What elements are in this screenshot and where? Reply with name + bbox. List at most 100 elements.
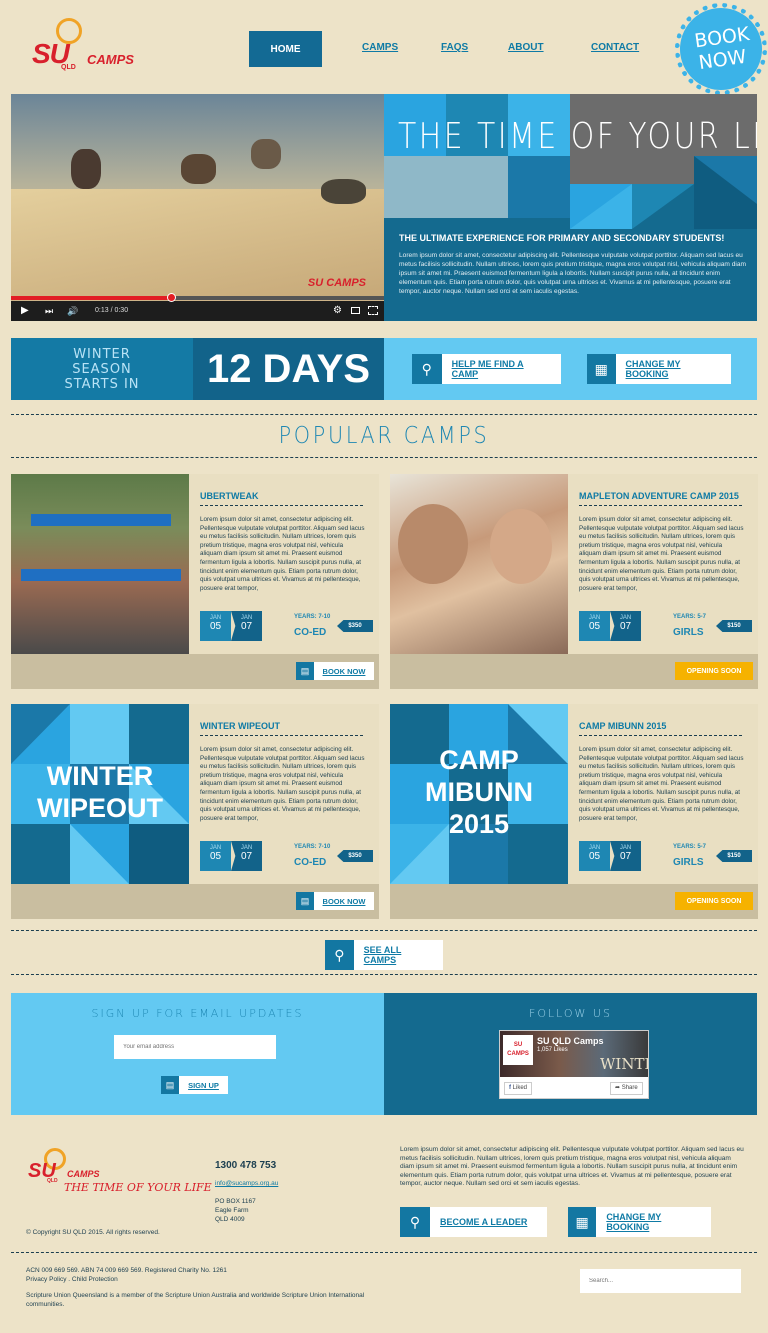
- camp-years: YEARS: 5-7: [673, 844, 707, 850]
- facebook-widget[interactable]: SU CAMPS SU QLD Camps 1,057 Likes WINTER…: [499, 1030, 649, 1099]
- book-now-label: BOOK NOW: [693, 23, 751, 75]
- search-input[interactable]: [580, 1269, 741, 1293]
- divider: [579, 505, 742, 506]
- logo-camps[interactable]: CAMPS: [87, 52, 134, 67]
- hero-title: THE TIME OF YOUR LIFE: [398, 116, 757, 157]
- search-icon: ⚲: [400, 1207, 430, 1237]
- facebook-page-name[interactable]: SU QLD Camps: [537, 1036, 604, 1046]
- camp-years: YEARS: 7-10: [294, 844, 331, 850]
- divider: [11, 930, 757, 931]
- start-date: JAN 05: [579, 841, 610, 871]
- camp-group: CO-ED: [294, 857, 327, 868]
- facebook-share-button[interactable]: ➦ Share: [610, 1082, 643, 1095]
- video-figure: [251, 139, 281, 169]
- footer-about: Lorem ipsum dolor sit amet, consectetur …: [400, 1146, 744, 1187]
- video-controls[interactable]: ▶ ⏭ 🔊 0:13 / 0:30 ⚙: [11, 293, 384, 321]
- calendar-icon: ▦: [587, 354, 616, 384]
- hero-body: Lorem ipsum dolor sit amet, consectetur …: [399, 252, 747, 295]
- address-line: Eagle Farm: [215, 1207, 249, 1214]
- video-figure: [71, 149, 101, 189]
- video-progress-fill: [11, 296, 172, 300]
- next-icon[interactable]: ⏭: [45, 306, 53, 317]
- camp-card[interactable]: WINTER WIPEOUT WINTER WIPEOUT Lorem ipsu…: [11, 704, 379, 919]
- book-now-button[interactable]: ▤ BOOK NOW: [296, 892, 374, 910]
- see-all-camps-button[interactable]: ⚲ SEE ALL CAMPS: [325, 940, 443, 970]
- camp-price: $150: [716, 850, 752, 862]
- hero-panel: THE TIME OF YOUR LIFE THE ULTIMATE EXPER…: [384, 94, 757, 321]
- opening-soon-button[interactable]: OPENING SOON: [675, 662, 753, 680]
- video-scrubber[interactable]: [167, 293, 177, 302]
- nav-about[interactable]: ABOUT: [508, 42, 544, 53]
- become-leader-button[interactable]: ⚲ BECOME A LEADER: [400, 1207, 547, 1237]
- video-figure: [181, 154, 216, 184]
- book-now-badge[interactable]: BOOK NOW: [674, 2, 768, 96]
- end-date: JAN 07: [610, 611, 641, 641]
- facebook-banner: WINTER: [600, 1055, 648, 1073]
- follow-title: FOLLOW US: [529, 1007, 612, 1020]
- book-now-label: BOOK NOW: [322, 896, 366, 906]
- calendar-icon: ▦: [568, 1207, 597, 1237]
- video-progress[interactable]: [11, 293, 384, 302]
- hero-subtitle: THE ULTIMATE EXPERIENCE FOR PRIMARY AND …: [399, 233, 725, 243]
- hero-video[interactable]: SU CAMPS ▶ ⏭ 🔊 0:13 / 0:30 ⚙: [11, 94, 384, 321]
- camp-card[interactable]: CAMP MIBUNN 2015 CAMP MIBUNN 2015 Lorem …: [390, 704, 758, 919]
- video-watermark-logo: SU CAMPS: [307, 277, 366, 289]
- nav-camps[interactable]: CAMPS: [362, 42, 398, 53]
- headband: [31, 514, 171, 526]
- find-camp-button[interactable]: ⚲ HELP ME FIND A CAMP: [412, 354, 561, 384]
- facebook-avatar: SU CAMPS: [503, 1035, 533, 1065]
- sign-up-label: SIGN UP: [188, 1080, 219, 1090]
- document-icon: ▤: [161, 1076, 179, 1094]
- tile-title: WINTER WIPEOUT: [37, 761, 163, 823]
- divider: [11, 1252, 757, 1253]
- tile-title: CAMP MIBUNN 2015: [425, 745, 533, 839]
- volume-icon[interactable]: 🔊: [67, 306, 78, 317]
- camp-card[interactable]: UBERTWEAK Lorem ipsum dolor sit amet, co…: [11, 474, 379, 689]
- camp-photo: [11, 474, 189, 654]
- share-icon: ➦: [615, 1085, 621, 1091]
- footer-change-booking-label: CHANGE MY BOOKING: [606, 1212, 662, 1232]
- popular-camps-title: POPULAR CAMPS: [278, 423, 490, 449]
- document-icon: ▤: [296, 892, 314, 910]
- start-date: JAN 05: [200, 841, 231, 871]
- camp-title[interactable]: WINTER WIPEOUT: [200, 721, 280, 731]
- footer-email-link[interactable]: info@sucamps.org.au: [215, 1180, 278, 1189]
- camp-group: GIRLS: [673, 857, 704, 868]
- sign-up-button[interactable]: ▤ SIGN UP: [161, 1076, 228, 1094]
- fullscreen-icon[interactable]: [368, 306, 378, 315]
- copyright: © Copyright SU QLD 2015. All rights rese…: [26, 1229, 160, 1236]
- address-line: PO BOX 1167: [215, 1198, 256, 1205]
- camp-title[interactable]: CAMP MIBUNN 2015: [579, 721, 666, 731]
- footer-change-booking-button[interactable]: ▦ CHANGE MY BOOKING: [568, 1207, 711, 1237]
- hero-mosaic: [384, 94, 757, 229]
- nav-faqs[interactable]: FAQS: [441, 42, 468, 53]
- change-booking-label: CHANGE MY BOOKING: [625, 359, 681, 379]
- footer-phone[interactable]: 1300 478 753: [215, 1160, 276, 1171]
- divider: [200, 505, 363, 506]
- camp-photo: [390, 474, 568, 654]
- camp-price: $350: [337, 620, 373, 632]
- settings-icon[interactable]: ⚙: [333, 305, 342, 316]
- footer-logo-qld: QLD: [47, 1178, 58, 1184]
- camp-description: Lorem ipsum dolor sit amet, consectetur …: [200, 746, 365, 822]
- camp-card[interactable]: MAPLETON ADVENTURE CAMP 2015 Lorem ipsum…: [390, 474, 758, 689]
- facebook-liked-button[interactable]: f Liked: [504, 1082, 533, 1095]
- change-booking-button[interactable]: ▦ CHANGE MY BOOKING: [587, 354, 731, 384]
- facebook-icon: f: [509, 1085, 511, 1091]
- opening-soon-button[interactable]: OPENING SOON: [675, 892, 753, 910]
- camp-group: GIRLS: [673, 627, 704, 638]
- become-leader-label: BECOME A LEADER: [440, 1217, 528, 1227]
- season-label-box: WINTER SEASON STARTS IN: [11, 338, 193, 400]
- nav-contact[interactable]: CONTACT: [591, 42, 639, 53]
- book-now-button[interactable]: ▤ BOOK NOW: [296, 662, 374, 680]
- policy-links[interactable]: Privacy Policy . Child Protection: [26, 1276, 118, 1285]
- email-input[interactable]: [114, 1035, 276, 1059]
- nav-home[interactable]: HOME: [249, 31, 322, 67]
- divider: [11, 457, 757, 458]
- divider: [200, 735, 363, 736]
- signup-panel: SIGN UP FOR EMAIL UPDATES ▤ SIGN UP: [11, 993, 384, 1115]
- camp-title[interactable]: UBERTWEAK: [200, 491, 259, 501]
- play-icon[interactable]: ▶: [21, 305, 29, 316]
- theater-icon[interactable]: [351, 307, 360, 314]
- camp-title[interactable]: MAPLETON ADVENTURE CAMP 2015: [579, 491, 739, 501]
